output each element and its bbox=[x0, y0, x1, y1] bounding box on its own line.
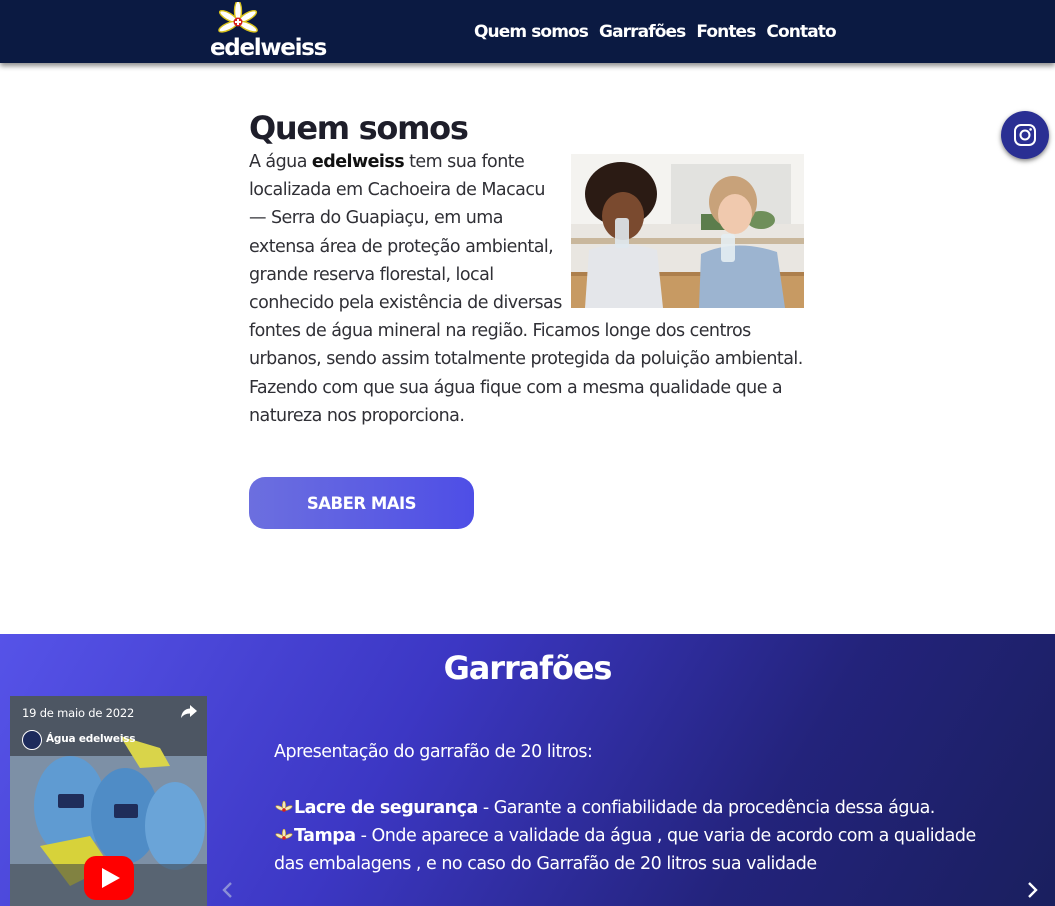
brand-logo[interactable]: edelweiss bbox=[210, 2, 327, 62]
chevron-left-icon[interactable] bbox=[218, 880, 238, 900]
nav-item-quem-somos[interactable]: Quem somos bbox=[474, 20, 589, 44]
feature-item: Tampa - Onde aparece a validade da água … bbox=[274, 822, 994, 878]
video-thumbnail bbox=[10, 696, 207, 906]
nav-item-garrafoes[interactable]: Garrafões bbox=[599, 20, 686, 44]
feature-desc: - Onde aparece a validade da água , que … bbox=[274, 826, 976, 874]
nav-item-contato[interactable]: Contato bbox=[766, 20, 836, 44]
about-title: Quem somos bbox=[249, 109, 469, 147]
video-embed[interactable]: 19 de maio de 2022 Água edelweiss bbox=[10, 696, 207, 906]
video-channel-name: Água edelweiss bbox=[46, 733, 136, 745]
about-text-brand: edelweiss bbox=[311, 152, 405, 172]
garrafoes-intro: Apresentação do garrafão de 20 litros: bbox=[274, 742, 593, 762]
edelweiss-bullet-icon bbox=[275, 829, 293, 840]
brand-name: edelweiss bbox=[210, 35, 327, 61]
feature-desc: - Garante a confiabilidade da procedênci… bbox=[477, 798, 936, 818]
feature-term: Tampa bbox=[294, 826, 356, 846]
edelweiss-flower-icon bbox=[218, 2, 258, 33]
about-section: Quem somos A água edelweiss tem sua font… bbox=[249, 108, 809, 430]
garrafoes-title: Garrafões bbox=[443, 649, 613, 687]
nav-item-fontes[interactable]: Fontes bbox=[696, 20, 756, 44]
garrafoes-description: Apresentação do garrafão de 20 litros: L… bbox=[274, 738, 994, 878]
chevron-right-icon[interactable] bbox=[1022, 880, 1042, 900]
photo-illustration bbox=[571, 154, 804, 308]
feature-item: Lacre de segurança - Garante a confiabil… bbox=[274, 794, 994, 822]
site-header: edelweiss Quem somos Garrafões Fontes Co… bbox=[0, 0, 1055, 63]
instagram-icon bbox=[1014, 124, 1036, 146]
edelweiss-bullet-icon bbox=[275, 801, 293, 812]
main-nav: Quem somos Garrafões Fontes Contato bbox=[474, 20, 837, 44]
feature-term: Lacre de segurança bbox=[294, 798, 478, 818]
about-text-start: A água bbox=[249, 152, 312, 172]
video-date: 19 de maio de 2022 bbox=[22, 706, 135, 720]
garrafoes-section: Garrafões 19 de maio de 2022 Água edelwe… bbox=[0, 634, 1055, 906]
children-drinking-water-photo bbox=[571, 154, 804, 308]
instagram-button[interactable] bbox=[1001, 111, 1049, 159]
channel-avatar bbox=[22, 730, 42, 750]
share-icon[interactable] bbox=[180, 704, 198, 720]
saber-mais-button[interactable]: SABER MAIS bbox=[249, 477, 474, 529]
